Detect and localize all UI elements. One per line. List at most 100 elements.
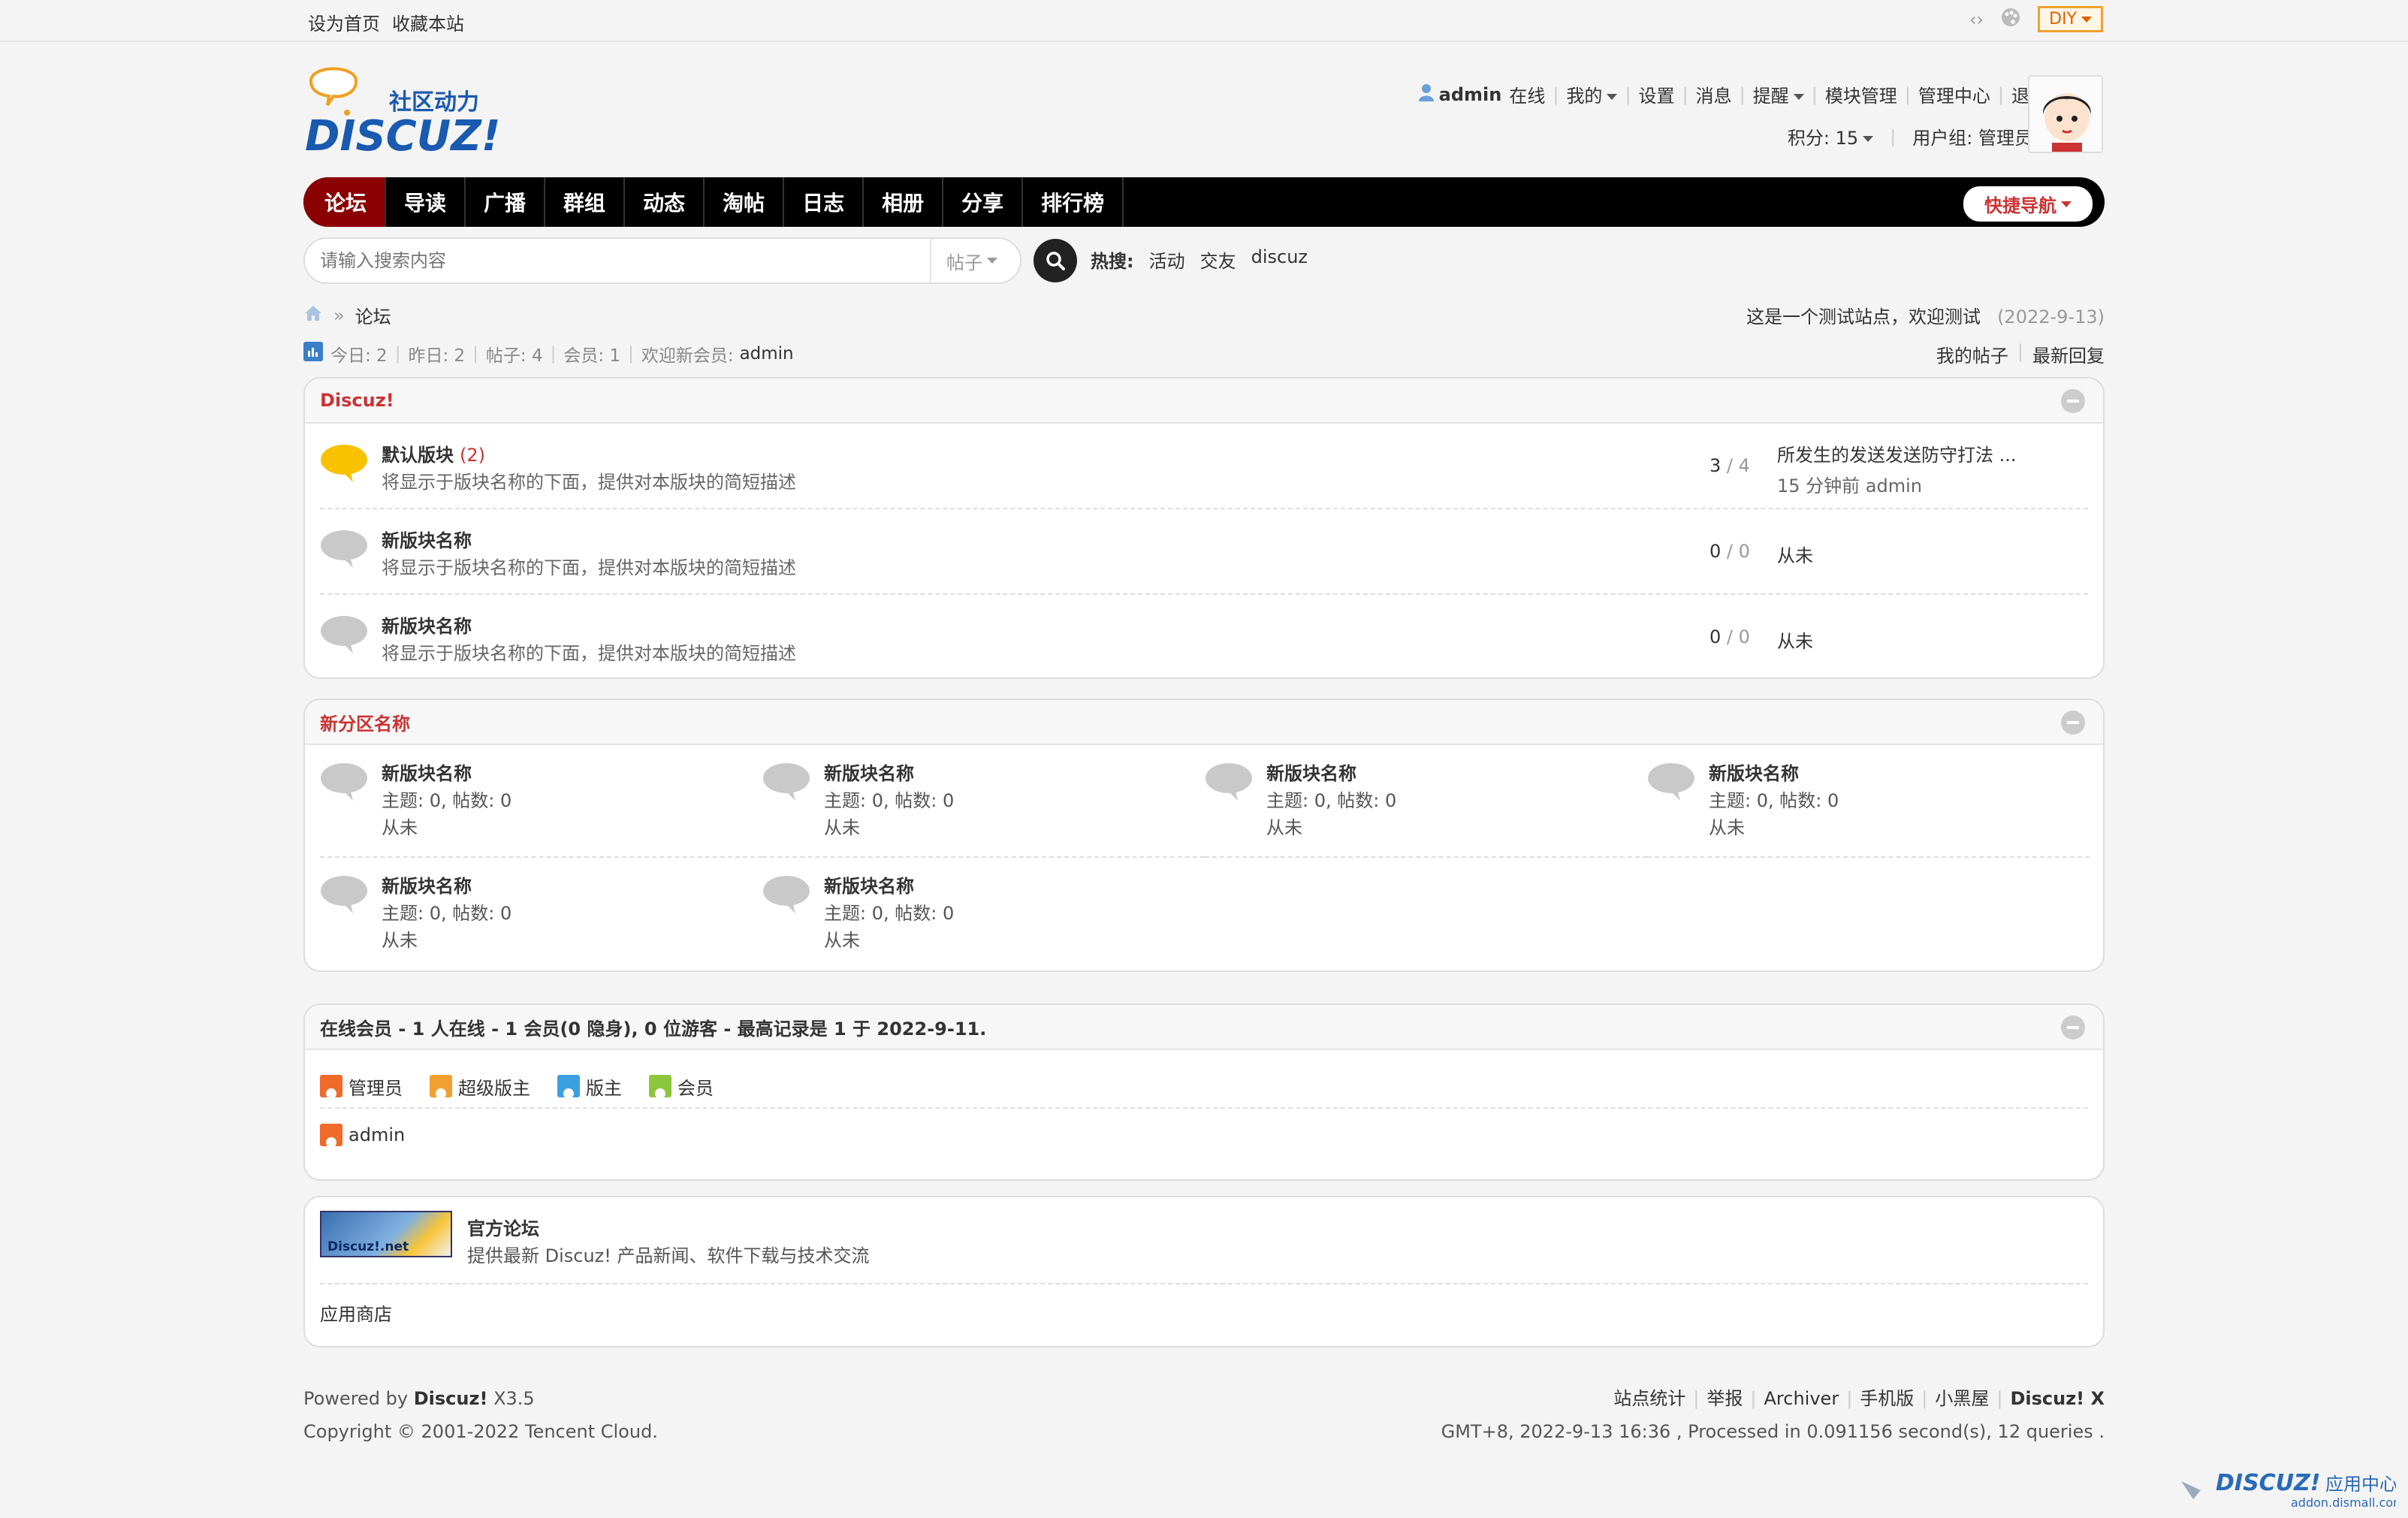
discuz-link[interactable]: Discuz! <box>414 1388 488 1409</box>
quick-links: 我的帖子 | 最新回复 <box>1936 341 2105 367</box>
avatar[interactable] <box>2028 75 2103 153</box>
forum-section-new: 新分区名称 新版块名称 主题: 0, 帖数: 0 从未 新版块名称 主题: 0, 帖数:… <box>303 699 2105 972</box>
my-posts-link[interactable]: 我的帖子 <box>1936 341 2008 367</box>
site-notice[interactable]: 这是一个测试站点，欢迎测试 (2022-9-13) <box>1746 302 2105 328</box>
nav-collections[interactable]: 淘帖 <box>705 177 785 227</box>
latest-replies-link[interactable]: 最新回复 <box>2032 341 2105 367</box>
menu-reminders[interactable]: 提醒 <box>1753 81 1804 107</box>
nav-share[interactable]: 分享 <box>943 177 1024 227</box>
processed-info: GMT+8, 2022-9-13 16:36 , Processed in 0.… <box>1441 1421 2105 1442</box>
empty-cell <box>1647 858 2090 970</box>
forum-cell[interactable]: 新版块名称 主题: 0, 帖数: 0 从未 <box>1205 745 1647 858</box>
member-icon <box>430 1075 452 1097</box>
nav-ranking[interactable]: 排行榜 <box>1023 177 1124 227</box>
forum-name[interactable]: 新版块名称 <box>382 759 472 785</box>
quick-nav-button[interactable]: 快捷导航 <box>1963 186 2093 222</box>
forum-cell[interactable]: 新版块名称 主题: 0, 帖数: 0 从未 <box>762 858 1205 970</box>
new-member-link[interactable]: admin <box>740 344 794 364</box>
forum-name[interactable]: 默认版块 <box>382 445 454 466</box>
forum-bubble-icon <box>763 876 810 913</box>
forum-stats: 主题: 0, 帖数: 0 <box>382 903 512 924</box>
nav-guide[interactable]: 导读 <box>386 177 466 227</box>
forum-cell[interactable]: 新版块名称 主题: 0, 帖数: 0 从未 <box>762 745 1205 858</box>
hot-item[interactable]: 交友 <box>1200 246 1236 273</box>
credits-menu[interactable]: 积分: 15 <box>1788 123 1874 149</box>
friend-links: Discuz!.net 官方论坛 提供最新 Discuz! 产品新闻、软件下载与… <box>303 1196 2105 1347</box>
discuz-net-logo[interactable]: Discuz!.net <box>320 1211 452 1257</box>
collapse-icon[interactable] <box>2061 1016 2085 1040</box>
hot-label: 热搜: <box>1091 251 1134 272</box>
forum-cell[interactable]: 新版块名称 主题: 0, 帖数: 0 从未 <box>320 858 762 970</box>
admin-user-icon <box>320 1124 342 1146</box>
nav-forum[interactable]: 论坛 <box>303 177 387 227</box>
forum-name[interactable]: 新版块名称 <box>1266 759 1356 785</box>
code-icon[interactable]: ‹› <box>1969 9 1984 30</box>
forum-row[interactable]: 默认版块 (2) 将显示于版块名称的下面，提供对本版块的简短描述 3 / 4 所发生的发… <box>320 424 2088 509</box>
set-home-link[interactable]: 设为首页 <box>308 9 380 35</box>
username-link[interactable]: admin <box>1439 84 1502 105</box>
footer-link[interactable]: Discuz! X <box>2010 1382 2105 1415</box>
site-logo[interactable]: 社区动力 DISCUZ! <box>303 59 506 161</box>
menu-module-manage[interactable]: 模块管理 <box>1825 81 1897 107</box>
forum-last-post[interactable]: 所发生的发送发送防守打法 ... 15 分钟前 admin <box>1777 440 2017 497</box>
nav-blog[interactable]: 日志 <box>784 177 865 227</box>
forum-bubble-icon <box>321 616 367 653</box>
forum-bubble-icon <box>1648 763 1694 801</box>
menu-settings[interactable]: 设置 <box>1639 81 1675 107</box>
forum-name[interactable]: 新版块名称 <box>382 530 472 551</box>
friend-link-official[interactable]: Discuz!.net 官方论坛 提供最新 Discuz! 产品新闻、软件下载与… <box>320 1197 2088 1284</box>
forum-stats: 今日: 2 | 昨日: 2 | 帖子: 4 | 会员: 1 | 欢迎新会员: admin <box>303 341 794 367</box>
online-title[interactable]: 在线会员 - 1 人在线 - 1 会员(0 隐身), 0 位游客 - 最高记录是… <box>305 1005 2103 1050</box>
forum-bubble-icon <box>321 763 367 801</box>
footer-link[interactable]: 站点统计 <box>1613 1382 1685 1415</box>
home-icon[interactable] <box>303 304 323 327</box>
bookmark-link[interactable]: 收藏本站 <box>392 9 464 35</box>
search-input[interactable] <box>305 250 930 271</box>
legend-item: 管理员 <box>320 1065 403 1107</box>
friend-link-title[interactable]: 官方论坛 <box>467 1214 539 1240</box>
menu-admin-center[interactable]: 管理中心 <box>1918 81 1990 107</box>
section-title[interactable]: Discuz! <box>305 379 2103 424</box>
hot-item[interactable]: 活动 <box>1149 246 1185 273</box>
forum-name[interactable]: 新版块名称 <box>1709 759 1799 785</box>
top-bar: 设为首页 收藏本站 ‹› DIY <box>0 0 2408 42</box>
forum-cell[interactable]: 新版块名称 主题: 0, 帖数: 0 从未 <box>320 745 762 858</box>
app-store-link[interactable]: 应用商店 <box>320 1304 392 1325</box>
nav-feed[interactable]: 动态 <box>625 177 705 227</box>
collapse-icon[interactable] <box>2061 389 2085 413</box>
forum-cell[interactable]: 新版块名称主题: 0, 帖数: 0 从未 <box>1647 745 2090 858</box>
search-button[interactable] <box>1034 239 1077 282</box>
forum-name[interactable]: 新版块名称 <box>382 871 472 898</box>
footer-link[interactable]: 小黑屋 <box>1935 1382 1989 1415</box>
forum-name[interactable]: 新版块名称 <box>382 616 472 637</box>
forum-row[interactable]: 新版块名称 将显示于版块名称的下面，提供对本版块的简短描述 0 / 0 从未 <box>320 595 2088 678</box>
forum-row[interactable]: 新版块名称 将显示于版块名称的下面，提供对本版块的简短描述 0 / 0 从未 <box>320 509 2088 595</box>
svg-text:应用中心: 应用中心 <box>2325 1474 2396 1495</box>
forum-counts: 0 / 0 <box>1709 541 1750 562</box>
footer-link[interactable]: Archiver <box>1764 1382 1839 1415</box>
diy-button[interactable]: DIY <box>2038 6 2103 32</box>
search-type-select[interactable]: 帖子 <box>930 239 1020 282</box>
nav-broadcast[interactable]: 广播 <box>466 177 546 227</box>
forum-section-discuz: Discuz! 默认版块 (2) 将显示于版块名称的下面，提供对本版块的简短描述 3 … <box>303 377 2105 679</box>
forum-name[interactable]: 新版块名称 <box>824 871 914 898</box>
online-user[interactable]: admin <box>305 1109 2103 1161</box>
forum-last-post: 从未 <box>824 817 860 838</box>
palette-icon[interactable] <box>2000 7 2021 32</box>
forum-bubble-icon <box>321 530 367 568</box>
footer-link[interactable]: 手机版 <box>1860 1382 1914 1415</box>
nav-album[interactable]: 相册 <box>864 177 944 227</box>
forum-stats: 主题: 0, 帖数: 0 <box>824 903 955 924</box>
forum-name[interactable]: 新版块名称 <box>824 759 914 785</box>
forum-stats: 主题: 0, 帖数: 0 <box>1709 790 1839 811</box>
hot-search: 热搜: 活动 交友 discuz <box>1091 246 1308 273</box>
hot-item[interactable]: discuz <box>1251 246 1308 273</box>
footer-link[interactable]: 举报 <box>1706 1382 1743 1415</box>
menu-my[interactable]: 我的 <box>1566 81 1618 107</box>
forum-bubble-icon <box>763 763 810 801</box>
menu-messages[interactable]: 消息 <box>1696 81 1732 107</box>
nav-groups[interactable]: 群组 <box>545 177 626 227</box>
section-title[interactable]: 新分区名称 <box>305 700 2103 745</box>
forum-last-post: 从未 <box>1709 817 1745 838</box>
collapse-icon[interactable] <box>2061 711 2085 735</box>
